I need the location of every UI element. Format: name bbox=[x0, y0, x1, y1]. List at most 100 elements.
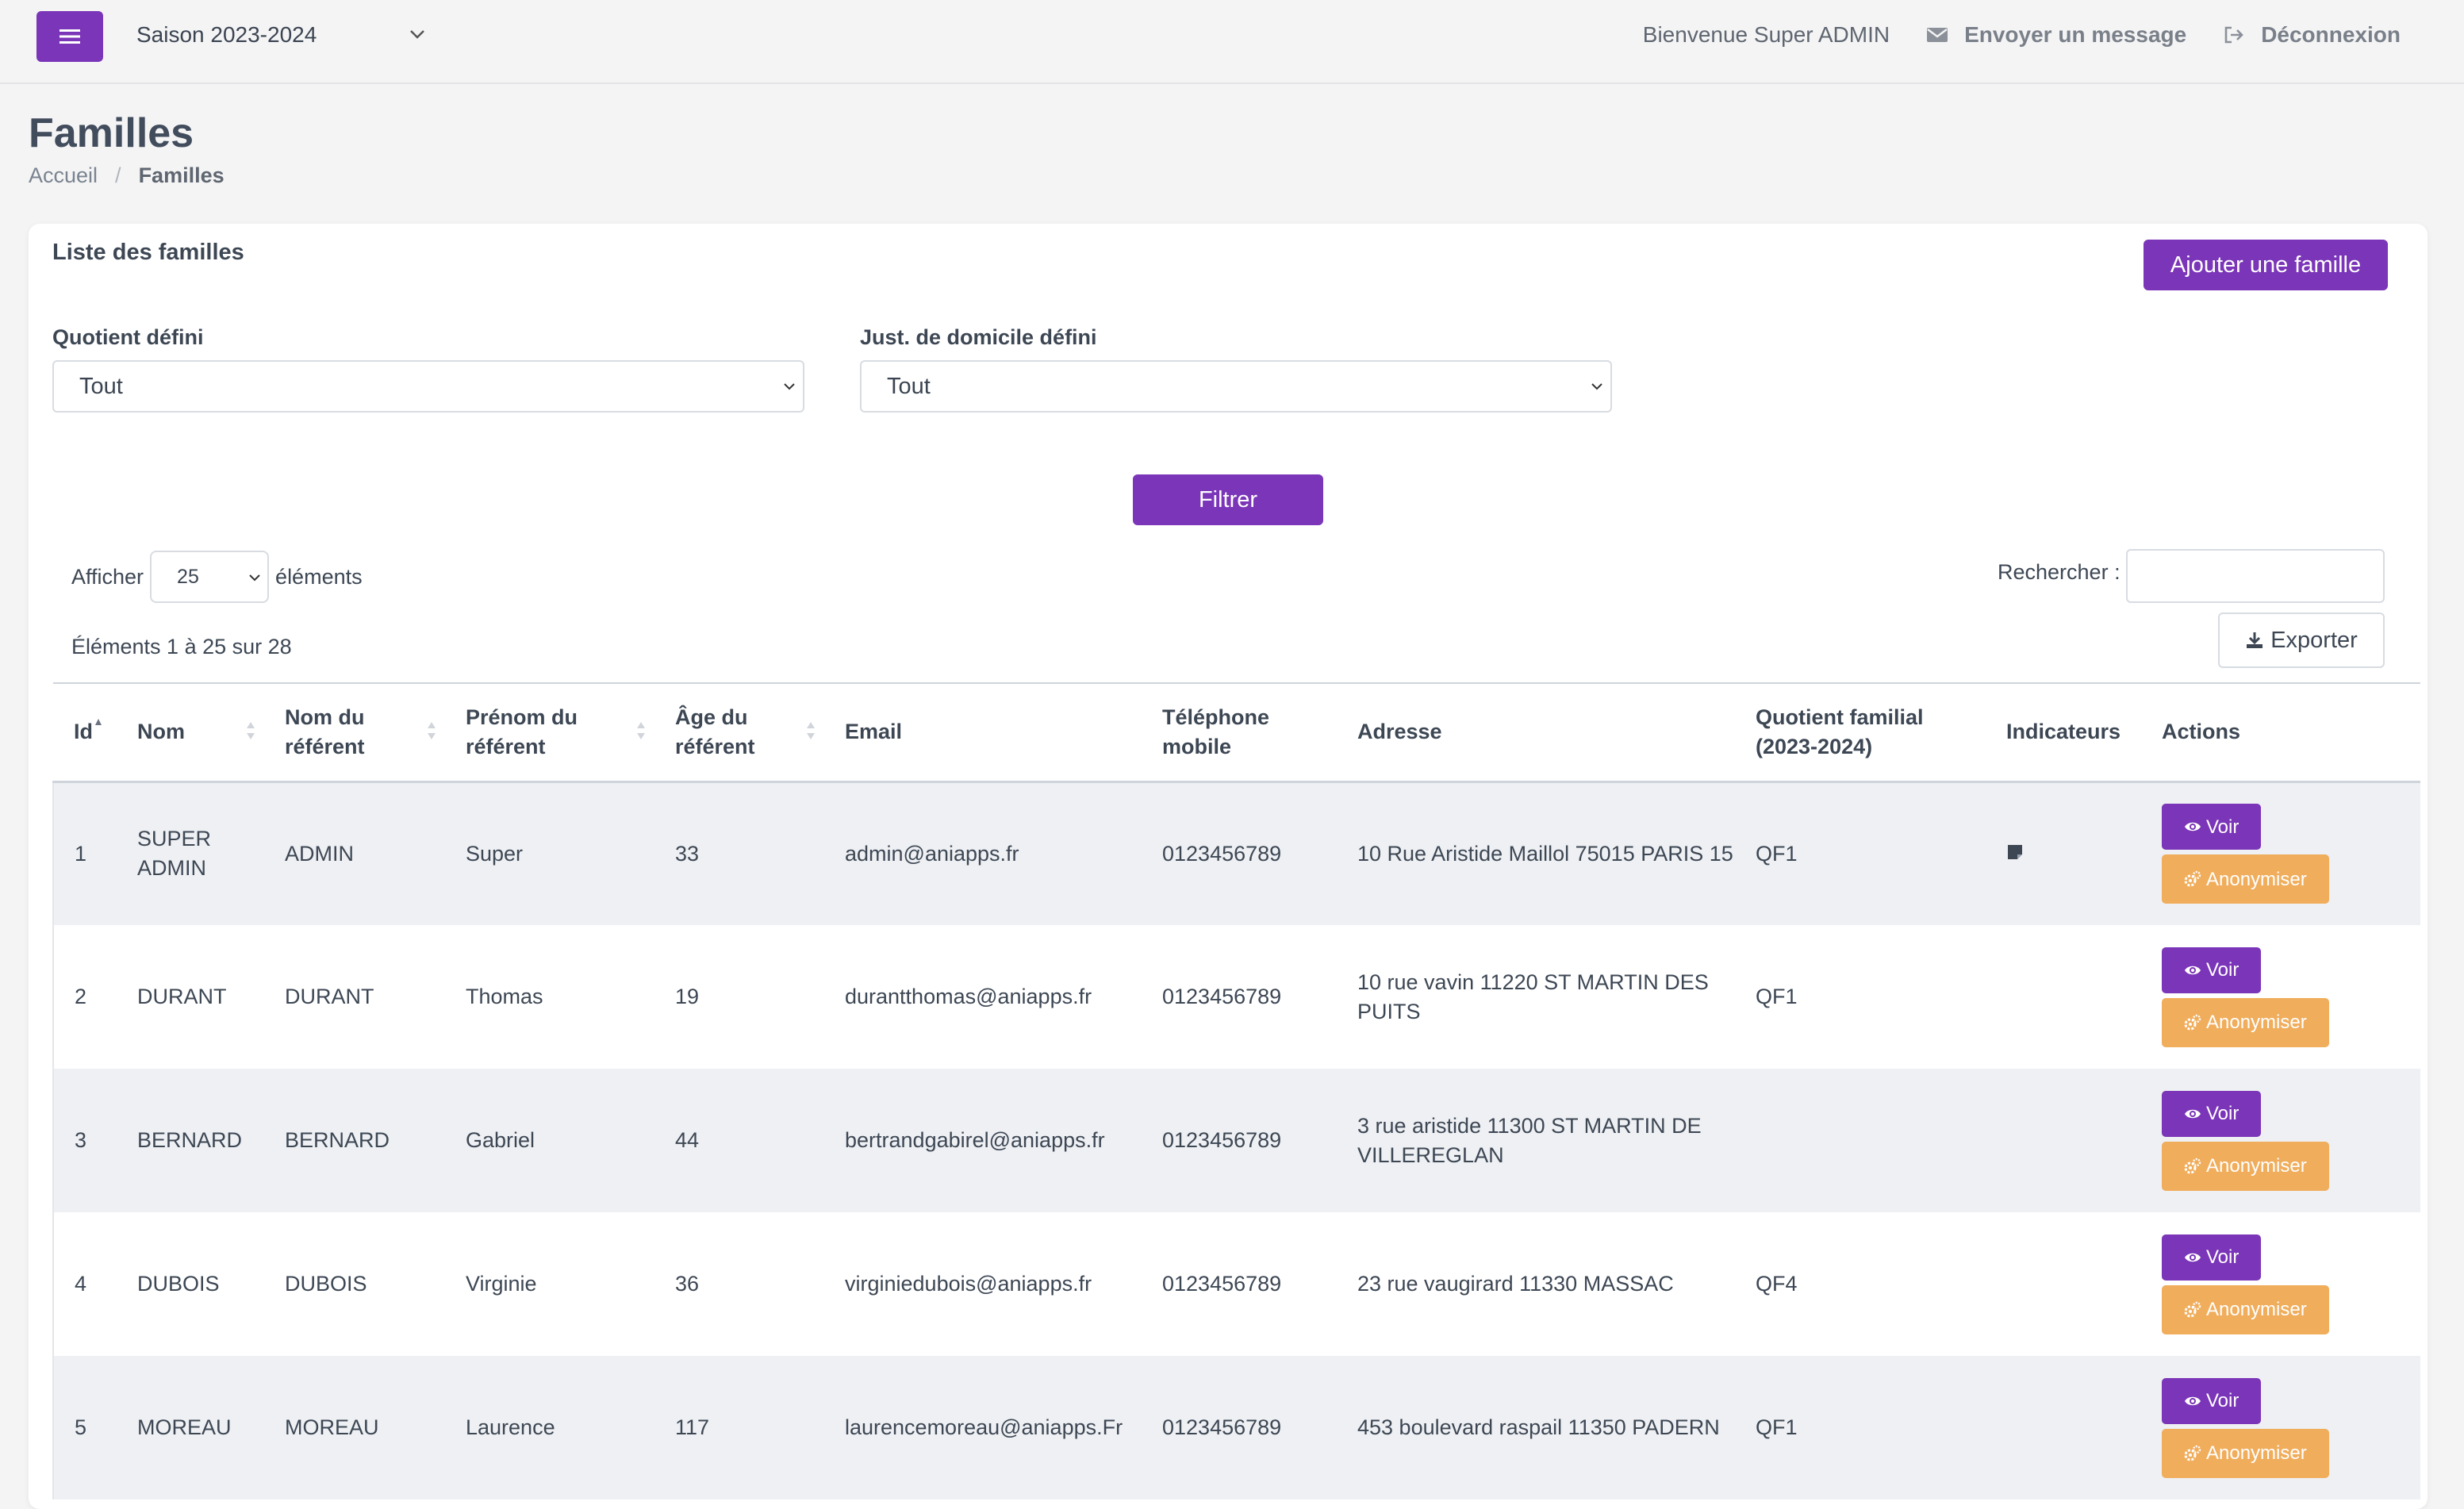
cell-telephone: 0123456789 bbox=[1162, 841, 1282, 866]
anonymize-label: Anonymiser bbox=[2206, 868, 2307, 890]
breadcrumb-current: Familles bbox=[138, 163, 225, 187]
anonymize-button[interactable]: Anonymiser bbox=[2162, 854, 2329, 904]
cell-age-referent: 36 bbox=[675, 1272, 700, 1296]
add-family-button[interactable]: Ajouter une famille bbox=[2144, 240, 2388, 290]
column-header-actions: Actions bbox=[2141, 683, 2420, 781]
logout-link[interactable]: Déconnexion bbox=[2223, 22, 2401, 48]
quotient-filter-value: Tout bbox=[79, 373, 123, 399]
send-message-link[interactable]: Envoyer un message bbox=[1926, 22, 2186, 48]
page-title: Familles bbox=[29, 110, 194, 156]
column-header-prenom-referent[interactable]: Prénom du référent bbox=[445, 683, 654, 781]
column-header-label: Âge du référent bbox=[675, 705, 755, 758]
table-row: 2 DURANT DURANT Thomas 19 durantthomas@a… bbox=[53, 925, 2420, 1069]
table-row: 1 SUPER ADMIN ADMIN Super 33 admin@aniap… bbox=[53, 781, 2420, 925]
column-header-nom-referent[interactable]: Nom du référent bbox=[264, 683, 445, 781]
cell-nom: DURANT bbox=[137, 985, 227, 1008]
page-length-select[interactable]: 25 bbox=[150, 551, 270, 603]
cell-indicateurs bbox=[1986, 925, 2141, 1069]
view-button[interactable]: Voir bbox=[2162, 1377, 2262, 1424]
cell-prenom-referent: Thomas bbox=[466, 985, 543, 1008]
view-label: Voir bbox=[2206, 1390, 2239, 1411]
anonymize-button[interactable]: Anonymiser bbox=[2162, 1428, 2329, 1478]
envelope-icon bbox=[1927, 28, 1948, 42]
column-header-label: Id bbox=[74, 720, 93, 744]
note-icon[interactable] bbox=[2006, 843, 2024, 861]
cell-email: admin@aniapps.fr bbox=[845, 841, 1019, 866]
column-header-indicateurs: Indicateurs bbox=[1986, 683, 2141, 781]
cell-email: laurencemoreau@aniapps.Fr bbox=[845, 1415, 1123, 1439]
column-header-email: Email bbox=[824, 683, 1142, 781]
search-input[interactable] bbox=[2126, 549, 2385, 603]
show-prefix: Afficher bbox=[71, 564, 144, 589]
breadcrumb-home-link[interactable]: Accueil bbox=[29, 163, 98, 188]
view-label: Voir bbox=[2206, 1103, 2239, 1124]
page-length-value: 25 bbox=[177, 565, 199, 588]
anonymize-button[interactable]: Anonymiser bbox=[2162, 1284, 2329, 1334]
chevron-down-icon[interactable] bbox=[409, 29, 425, 40]
eye-icon bbox=[2185, 1109, 2201, 1118]
cell-id: 4 bbox=[75, 1272, 87, 1296]
cell-nom: BERNARD bbox=[137, 1128, 243, 1152]
anonymize-label: Anonymiser bbox=[2206, 1012, 2307, 1033]
column-header-quotient: Quotient familial (2023-2024) bbox=[1735, 683, 1986, 781]
families-card: Liste des familles Ajouter une famille Q… bbox=[29, 224, 2428, 1509]
cell-id: 5 bbox=[75, 1415, 87, 1439]
filter-button[interactable]: Filtrer bbox=[1133, 474, 1323, 525]
card-title: Liste des familles bbox=[52, 240, 244, 265]
cell-email: virginiedubois@aniapps.fr bbox=[845, 1272, 1092, 1296]
cell-quotient: QF1 bbox=[1756, 841, 1798, 866]
eye-icon bbox=[2185, 1253, 2201, 1261]
anonymize-label: Anonymiser bbox=[2206, 1155, 2307, 1177]
logout-label: Déconnexion bbox=[2261, 22, 2401, 47]
column-header-nom[interactable]: Nom bbox=[117, 683, 264, 781]
export-button[interactable]: Exporter bbox=[2218, 612, 2385, 668]
anonymize-button[interactable]: Anonymiser bbox=[2162, 1141, 2329, 1191]
cell-id: 1 bbox=[75, 841, 87, 866]
view-button[interactable]: Voir bbox=[2162, 1090, 2262, 1137]
quotient-filter-label: Quotient défini bbox=[52, 325, 204, 349]
cell-actions: Voir Anonymiser bbox=[2141, 1356, 2420, 1499]
sort-icon bbox=[247, 722, 255, 739]
cell-adresse: 10 Rue Aristide Maillol 75015 PARIS 15 bbox=[1357, 841, 1733, 866]
eye-icon bbox=[2185, 823, 2201, 831]
view-button[interactable]: Voir bbox=[2162, 804, 2262, 850]
chevron-down-icon bbox=[249, 574, 260, 582]
cogs-icon bbox=[2184, 871, 2201, 887]
cell-prenom-referent: Laurence bbox=[466, 1415, 555, 1439]
cell-prenom-referent: Virginie bbox=[466, 1272, 537, 1296]
search-label: Rechercher : bbox=[1998, 560, 2120, 584]
quotient-filter-select[interactable]: Tout bbox=[52, 360, 804, 413]
cell-telephone: 0123456789 bbox=[1162, 1415, 1282, 1439]
menu-toggle-button[interactable] bbox=[36, 11, 103, 62]
cell-actions: Voir Anonymiser bbox=[2141, 781, 2420, 925]
download-icon bbox=[2247, 632, 2263, 648]
cell-prenom-referent: Super bbox=[466, 841, 524, 866]
view-button[interactable]: Voir bbox=[2162, 946, 2262, 993]
domicile-filter-select[interactable]: Tout bbox=[860, 360, 1612, 413]
table-row: 5 MOREAU MOREAU Laurence 117 laurencemor… bbox=[53, 1356, 2420, 1499]
show-suffix: éléments bbox=[275, 564, 363, 589]
cell-age-referent: 117 bbox=[675, 1415, 710, 1439]
column-header-age-referent[interactable]: Âge du référent bbox=[654, 683, 824, 781]
table-header-row: Id Nom Nom du référent Prénom du référen… bbox=[53, 683, 2420, 781]
cell-nom-referent: ADMIN bbox=[285, 841, 354, 866]
cell-nom-referent: DURANT bbox=[285, 985, 374, 1008]
column-header-label: Nom du référent bbox=[285, 705, 365, 758]
chevron-down-icon bbox=[1591, 383, 1602, 390]
season-selector[interactable]: Saison 2023-2024 bbox=[136, 22, 317, 48]
cell-actions: Voir Anonymiser bbox=[2141, 1212, 2420, 1356]
cell-nom-referent: BERNARD bbox=[285, 1128, 390, 1152]
cell-indicateurs bbox=[1986, 1212, 2141, 1356]
cogs-icon bbox=[2184, 1158, 2201, 1173]
column-header-label: Nom bbox=[137, 720, 185, 744]
eye-icon bbox=[2185, 1396, 2201, 1405]
domicile-filter-label: Just. de domicile défini bbox=[860, 325, 1097, 349]
column-header-label: Actions bbox=[2162, 720, 2241, 744]
anonymize-button[interactable]: Anonymiser bbox=[2162, 997, 2329, 1047]
families-table-wrapper: Id Nom Nom du référent Prénom du référen… bbox=[52, 682, 2420, 1499]
view-button[interactable]: Voir bbox=[2162, 1234, 2262, 1281]
column-header-id[interactable]: Id bbox=[53, 683, 117, 781]
eye-icon bbox=[2185, 966, 2201, 974]
cell-indicateurs bbox=[1986, 781, 2141, 925]
cogs-icon bbox=[2184, 1014, 2201, 1030]
